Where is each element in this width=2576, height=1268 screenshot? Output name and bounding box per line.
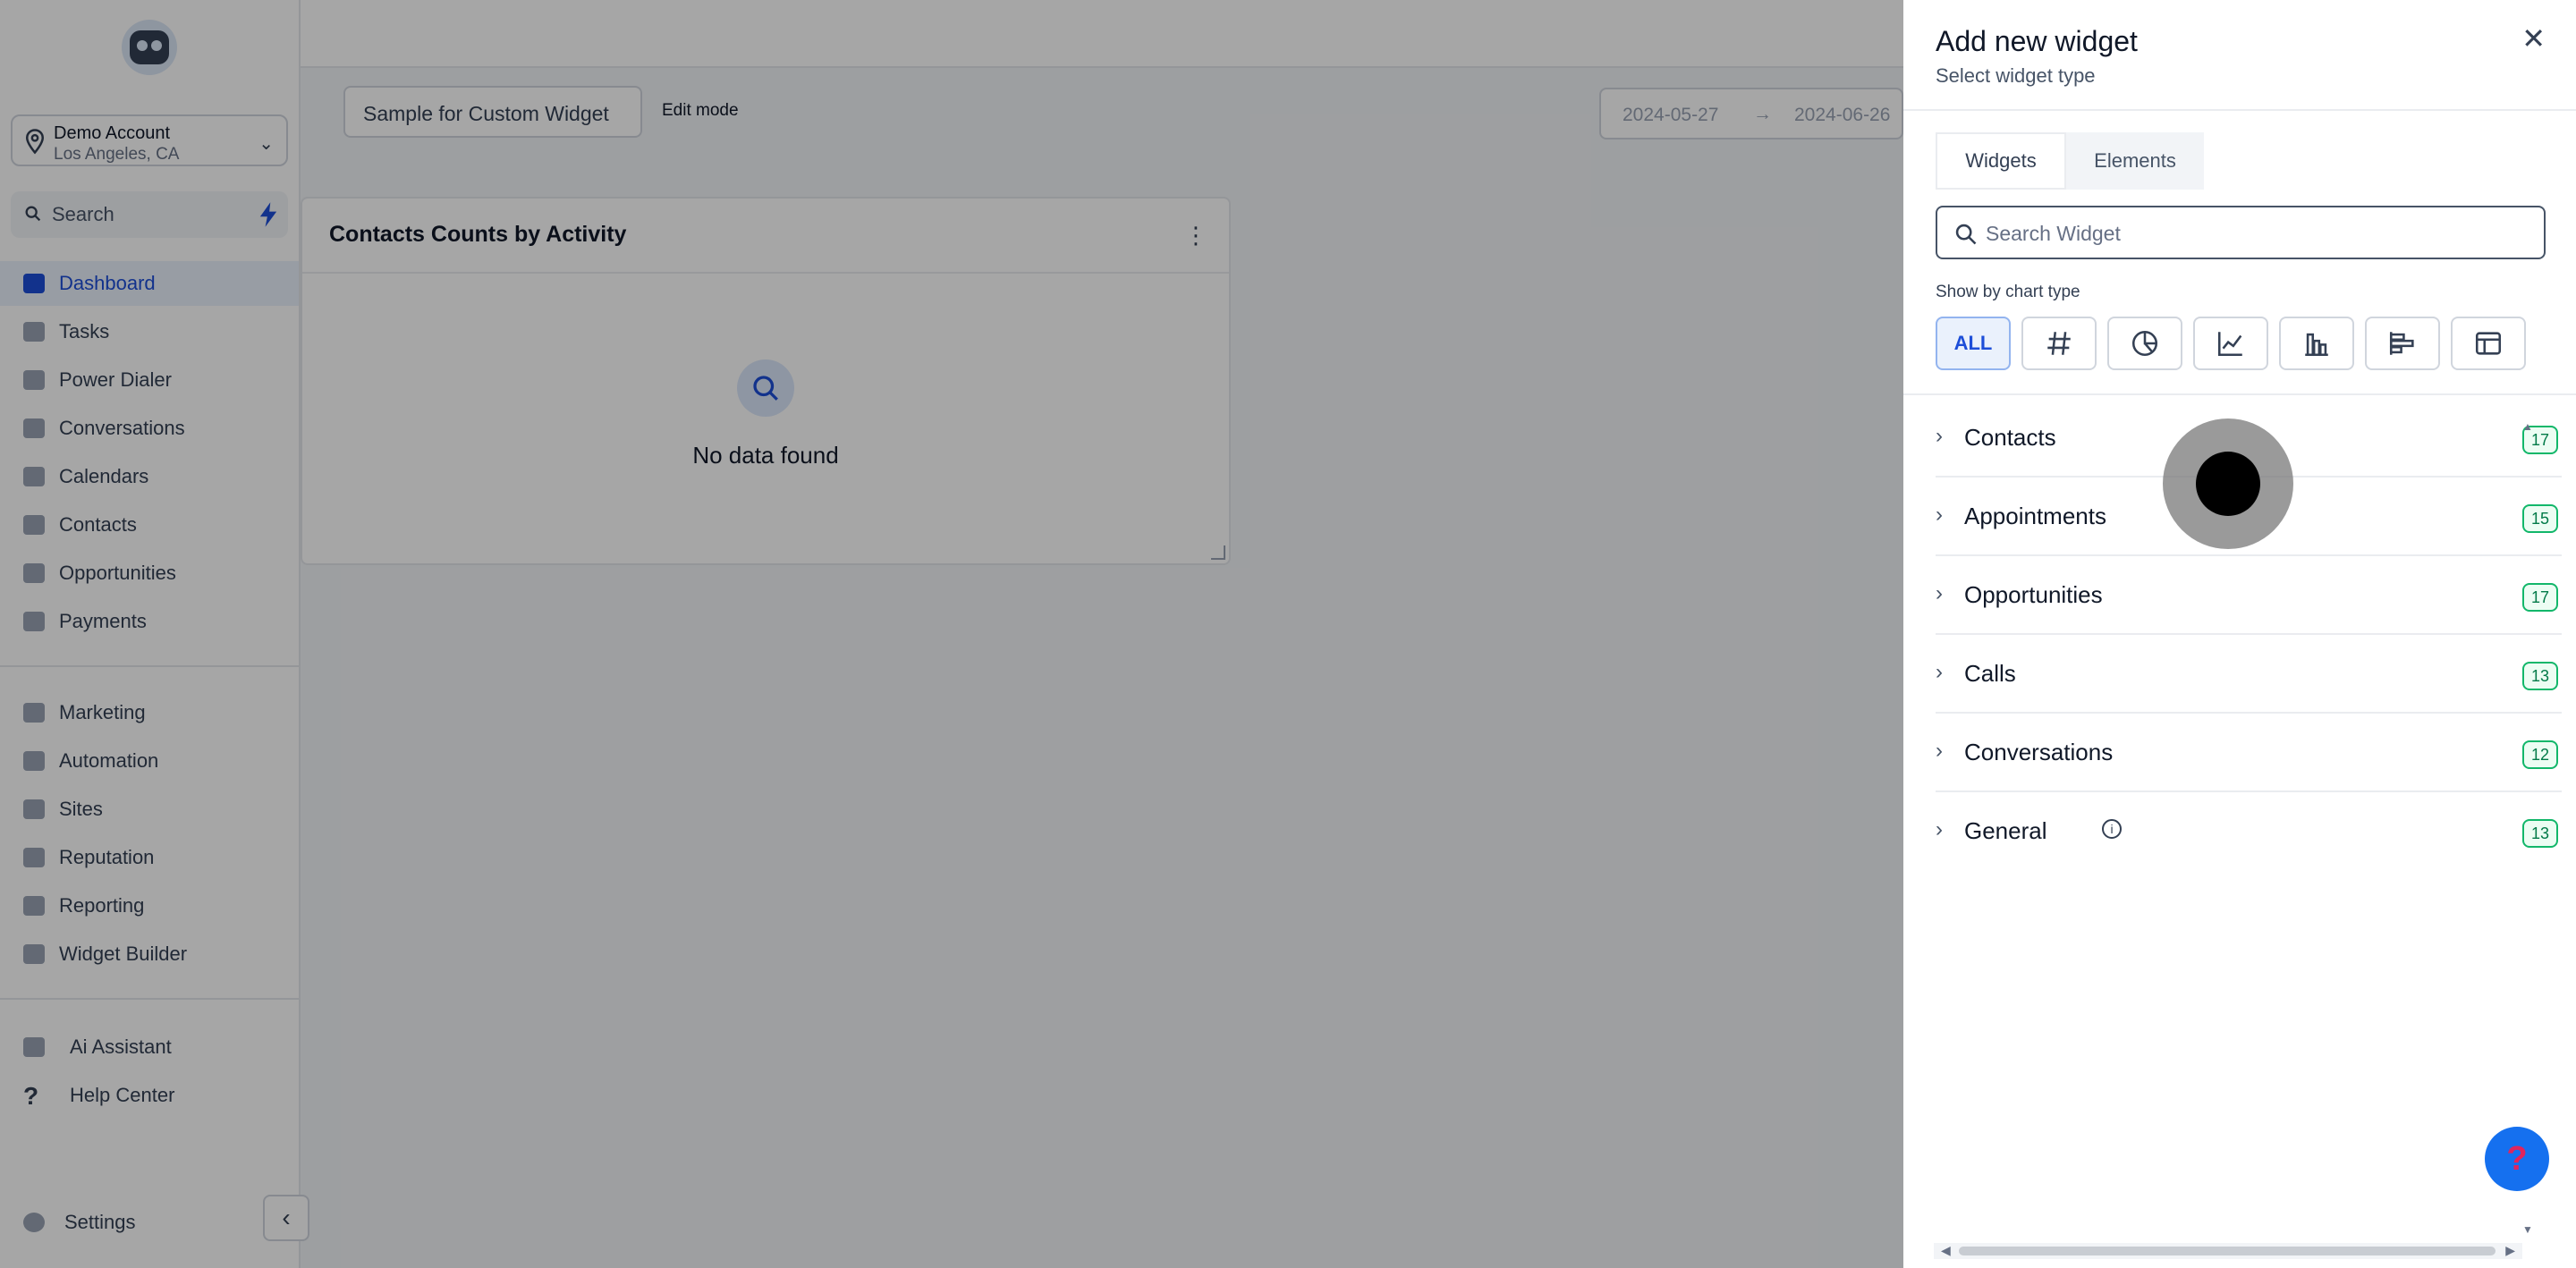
- bar-chart-icon: [2305, 333, 2328, 357]
- close-icon[interactable]: ✕: [2521, 21, 2546, 55]
- horizontal-bar-icon: [2389, 332, 2414, 355]
- chart-type-pie-button[interactable]: [2107, 317, 2182, 370]
- category-label: General: [1964, 817, 2047, 844]
- line-chart-icon: [2217, 332, 2242, 357]
- category-label: Calls: [1964, 660, 2016, 687]
- category-label: Appointments: [1964, 503, 2106, 529]
- chevron-right-icon: ›: [1936, 424, 1943, 448]
- category-opportunities[interactable]: › Opportunities 17: [1936, 556, 2562, 635]
- drawer-title: Add new widget: [1936, 25, 2138, 57]
- category-calls[interactable]: › Calls 13: [1936, 635, 2562, 714]
- drawer-divider: [1903, 393, 2576, 395]
- info-icon[interactable]: i: [2102, 819, 2122, 839]
- click-indicator: [2163, 418, 2293, 549]
- chart-type-number-button[interactable]: [2021, 317, 2097, 370]
- help-button[interactable]: ?: [2485, 1127, 2549, 1191]
- widget-search-input[interactable]: [1986, 216, 2522, 250]
- category-label: Contacts: [1964, 424, 2056, 451]
- category-general[interactable]: › General i 13: [1936, 792, 2562, 871]
- chart-type-label: Show by chart type: [1936, 283, 2080, 301]
- chart-type-bar-button[interactable]: [2279, 317, 2354, 370]
- chart-type-filter: ALL: [1936, 317, 2526, 370]
- drawer-divider: [1903, 109, 2576, 111]
- modal-overlay[interactable]: [0, 0, 1903, 1268]
- pie-chart-icon: [2131, 330, 2158, 357]
- chevron-right-icon: ›: [1936, 581, 1943, 605]
- category-label: Opportunities: [1964, 581, 2103, 608]
- widget-tabs: Widgets Elements: [1936, 132, 2204, 190]
- category-conversations[interactable]: › Conversations 12: [1936, 714, 2562, 792]
- chevron-right-icon: ›: [1936, 817, 1943, 841]
- vertical-scrollbar[interactable]: ▲ ▼: [2522, 420, 2533, 1243]
- table-icon: [2475, 332, 2502, 355]
- horizontal-scrollbar[interactable]: ◀ ▶: [1934, 1243, 2522, 1259]
- scrollbar-thumb[interactable]: [1959, 1247, 2496, 1255]
- scroll-right-icon[interactable]: ▶: [2505, 1243, 2515, 1258]
- search-icon: [1955, 224, 1977, 245]
- widget-search: [1936, 206, 2546, 259]
- scroll-down-icon[interactable]: ▼: [2522, 1223, 2533, 1236]
- chart-type-all-button[interactable]: ALL: [1936, 317, 2011, 370]
- chart-type-line-button[interactable]: [2193, 317, 2268, 370]
- scroll-up-icon[interactable]: ▲: [2522, 420, 2533, 433]
- add-widget-drawer: Add new widget Select widget type ✕ Widg…: [1903, 0, 2576, 1268]
- chevron-right-icon: ›: [1936, 503, 1943, 527]
- tab-widgets[interactable]: Widgets: [1936, 132, 2066, 190]
- chart-type-table-button[interactable]: [2451, 317, 2526, 370]
- drawer-subtitle: Select widget type: [1936, 64, 2096, 87]
- hash-icon: [2047, 332, 2071, 355]
- category-label: Conversations: [1964, 739, 2114, 765]
- chart-type-horizontal-bar-button[interactable]: [2365, 317, 2440, 370]
- scroll-left-icon[interactable]: ◀: [1941, 1243, 1951, 1258]
- chevron-right-icon: ›: [1936, 660, 1943, 684]
- chevron-right-icon: ›: [1936, 739, 1943, 763]
- tab-elements[interactable]: Elements: [2066, 132, 2204, 190]
